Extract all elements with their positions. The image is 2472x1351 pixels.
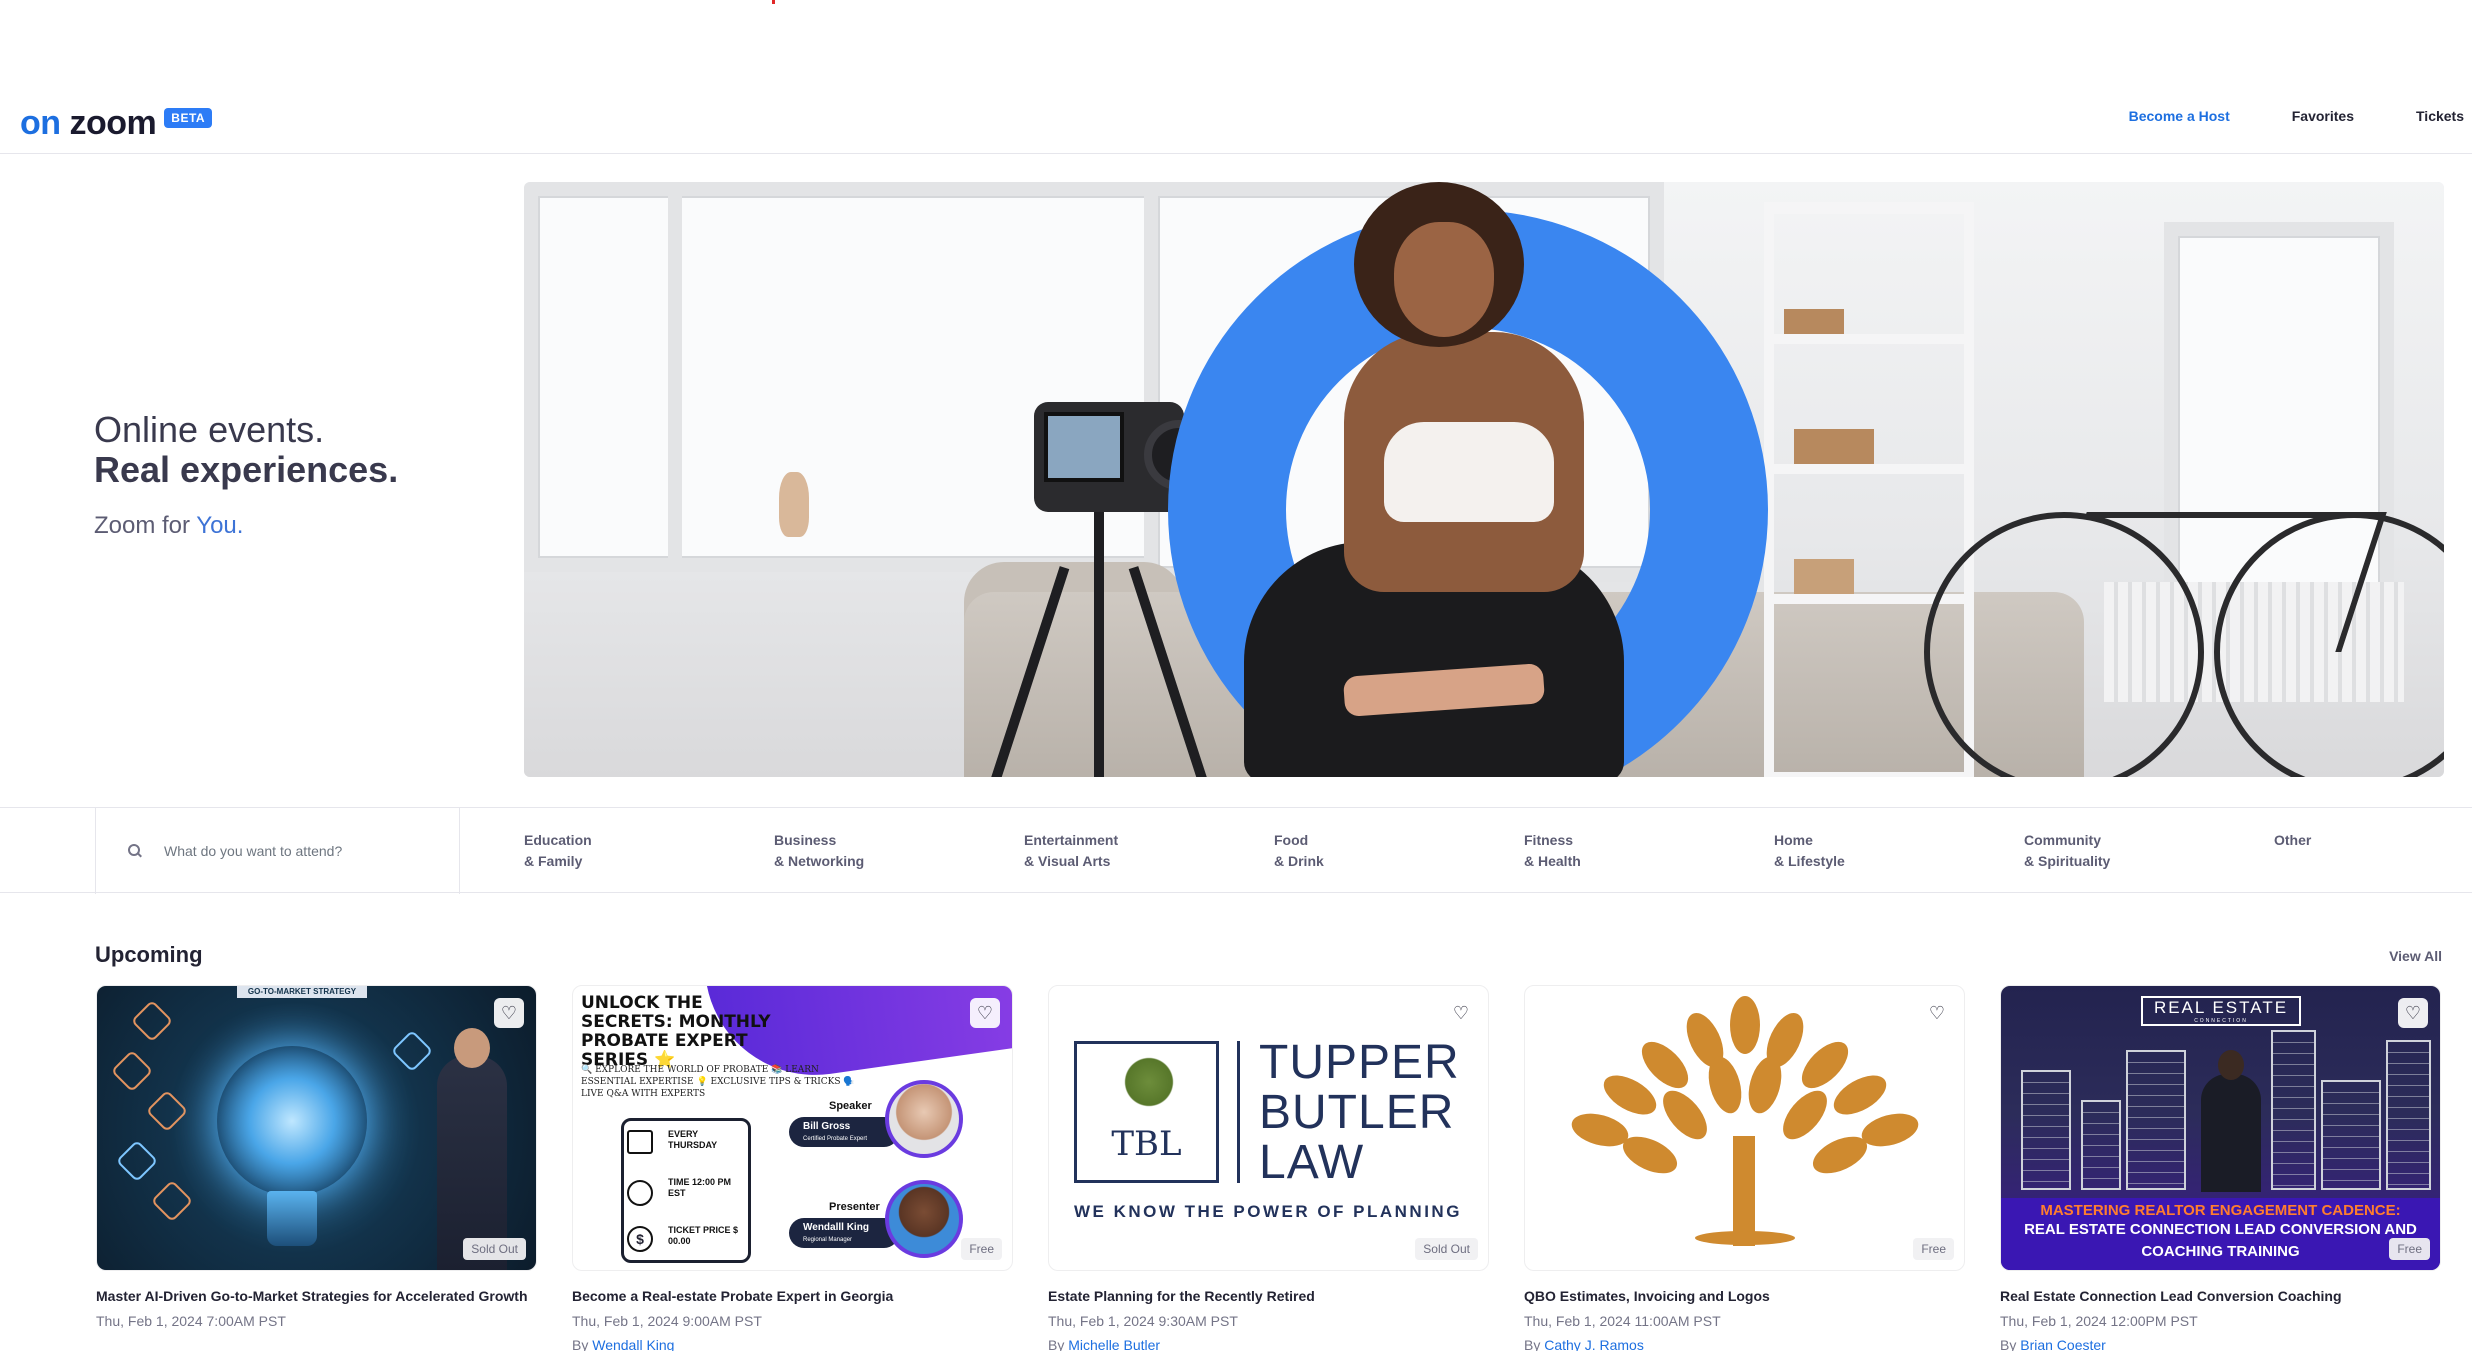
logo-wordmark: on zoom xyxy=(20,104,157,142)
firm-name: TUPPER BUTLER LAW xyxy=(1259,1036,1460,1189)
presenter-pill: Wendalll King Regional Manager xyxy=(789,1218,899,1248)
category-food[interactable]: Food & Drink xyxy=(1274,830,1524,872)
top-edge-mark xyxy=(772,0,775,4)
host-link[interactable]: Brian Coester xyxy=(2020,1337,2106,1351)
event-host: By Brian Coester xyxy=(2000,1337,2106,1351)
host-link[interactable]: Michelle Butler xyxy=(1068,1337,1160,1351)
category-education[interactable]: Education & Family xyxy=(524,830,774,872)
event-card[interactable]: UNLOCK THE SECRETS: MONTHLY PROBATE EXPE… xyxy=(572,985,1013,1351)
presenter-avatar xyxy=(885,1180,963,1258)
status-badge: Free xyxy=(2389,1238,2430,1260)
tickets-link[interactable]: Tickets xyxy=(2416,108,2464,124)
status-badge: Free xyxy=(961,1238,1002,1260)
hero-headline-2: Real experiences. xyxy=(94,449,399,490)
host-link[interactable]: Cathy J. Ramos xyxy=(1544,1337,1644,1351)
search-icon xyxy=(128,844,142,858)
search-input[interactable] xyxy=(164,843,444,859)
event-card[interactable]: GO-TO-MARKET STRATEGY ♡ Sold Out Master … xyxy=(96,985,537,1351)
event-title[interactable]: Estate Planning for the Recently Retired xyxy=(1048,1285,1489,1307)
event-thumbnail[interactable]: REAL ESTATE CONNECTION MASTERING REALTOR … xyxy=(2000,985,2441,1271)
heart-icon[interactable]: ♡ xyxy=(494,998,524,1028)
event-date: Thu, Feb 1, 2024 12:00PM PST xyxy=(2000,1313,2198,1329)
thumbnail-caption: MASTERING REALTOR ENGAGEMENT CADENCE: RE… xyxy=(2001,1198,2440,1270)
status-badge: Sold Out xyxy=(1415,1238,1478,1260)
businessman-illustration xyxy=(2201,1050,2261,1192)
event-title[interactable]: QBO Estimates, Invoicing and Logos xyxy=(1524,1285,1965,1307)
search-box[interactable] xyxy=(95,808,460,894)
top-nav: Become a Host Favorites Tickets xyxy=(2129,108,2472,124)
event-title[interactable]: Real Estate Connection Lead Conversion C… xyxy=(2000,1285,2441,1307)
event-date: Thu, Feb 1, 2024 9:00AM PST xyxy=(572,1313,762,1329)
hero-tagline: Online events. Real experiences. Zoom fo… xyxy=(94,410,398,540)
event-host: By Cathy J. Ramos xyxy=(1524,1337,1644,1351)
camera-image xyxy=(1034,402,1214,512)
status-badge: Free xyxy=(1913,1238,1954,1260)
heart-icon[interactable]: ♡ xyxy=(970,998,1000,1028)
category-entertainment[interactable]: Entertainment & Visual Arts xyxy=(1024,830,1274,872)
event-host: By Michelle Butler xyxy=(1048,1337,1161,1351)
favorites-link[interactable]: Favorites xyxy=(2292,108,2354,124)
firm-tagline: WE KNOW THE POWER OF PLANNING xyxy=(1074,1202,1462,1221)
speaker-pill: Bill Gross Certified Probate Expert xyxy=(789,1117,899,1147)
thumbnail-tagline: 🔍 EXPLORE THE WORLD OF PROBATE 📚 LEARN E… xyxy=(581,1065,855,1099)
heart-icon[interactable]: ♡ xyxy=(1446,998,1476,1028)
event-thumbnail[interactable]: ♡ Free xyxy=(1524,985,1965,1271)
status-badge: Sold Out xyxy=(463,1238,526,1260)
event-host: By Wendall King xyxy=(572,1337,675,1351)
event-title[interactable]: Master AI-Driven Go-to-Market Strategies… xyxy=(96,1285,537,1307)
category-other[interactable]: Other xyxy=(2274,830,2472,872)
category-community[interactable]: Community & Spirituality xyxy=(2024,830,2274,872)
heart-icon[interactable]: ♡ xyxy=(1922,998,1952,1028)
hero-subline: Zoom for You. xyxy=(94,512,244,539)
tbl-logo: TBL xyxy=(1074,1041,1219,1183)
upcoming-event-list: GO-TO-MARKET STRATEGY ♡ Sold Out Master … xyxy=(96,985,2441,1351)
event-card[interactable]: REAL ESTATE CONNECTION MASTERING REALTOR … xyxy=(2000,985,2441,1351)
hero-headline-1: Online events. xyxy=(94,409,325,450)
category-home[interactable]: Home & Lifestyle xyxy=(1774,830,2024,872)
category-fitness[interactable]: Fitness & Health xyxy=(1524,830,1774,872)
host-link[interactable]: Wendall King xyxy=(592,1337,674,1351)
real-estate-connection-logo: REAL ESTATE CONNECTION xyxy=(2141,996,2301,1026)
event-thumbnail[interactable]: UNLOCK THE SECRETS: MONTHLY PROBATE EXPE… xyxy=(572,985,1013,1271)
brain-illustration xyxy=(217,1046,367,1196)
event-thumbnail[interactable]: TBL TUPPER BUTLER LAW WE KNOW THE POWER … xyxy=(1048,985,1489,1271)
beta-badge: BETA xyxy=(164,107,213,128)
hero-banner-image xyxy=(524,182,2444,777)
category-business[interactable]: Business & Networking xyxy=(774,830,1024,872)
heart-icon[interactable]: ♡ xyxy=(2398,998,2428,1028)
event-date: Thu, Feb 1, 2024 11:00AM PST xyxy=(1524,1313,1721,1329)
thumbnail-banner: GO-TO-MARKET STRATEGY xyxy=(237,986,367,998)
event-card[interactable]: ♡ Free QBO Estimates, Invoicing and Logo… xyxy=(1524,985,1965,1351)
event-date: Thu, Feb 1, 2024 9:30AM PST xyxy=(1048,1313,1238,1329)
event-card[interactable]: TBL TUPPER BUTLER LAW WE KNOW THE POWER … xyxy=(1048,985,1489,1351)
category-bar: Education& Family Business& Networking E… xyxy=(0,807,2472,894)
view-all-link[interactable]: View All xyxy=(2389,948,2442,964)
onzoom-logo[interactable]: on zoom BETA xyxy=(20,104,213,143)
site-header: on zoom BETA Become a Host Favorites Tic… xyxy=(0,90,2472,154)
thumbnail-headline: UNLOCK THE SECRETS: MONTHLY PROBATE EXPE… xyxy=(581,993,771,1070)
event-date: Thu, Feb 1, 2024 7:00AM PST xyxy=(96,1313,286,1329)
event-title[interactable]: Become a Real-estate Probate Expert in G… xyxy=(572,1285,1013,1307)
speaker-avatar xyxy=(885,1080,963,1158)
upcoming-heading: Upcoming xyxy=(95,942,203,967)
event-thumbnail[interactable]: GO-TO-MARKET STRATEGY ♡ Sold Out xyxy=(96,985,537,1271)
become-host-link[interactable]: Become a Host xyxy=(2129,108,2230,124)
category-list: Education & Family Business & Networking E… xyxy=(524,830,2472,872)
